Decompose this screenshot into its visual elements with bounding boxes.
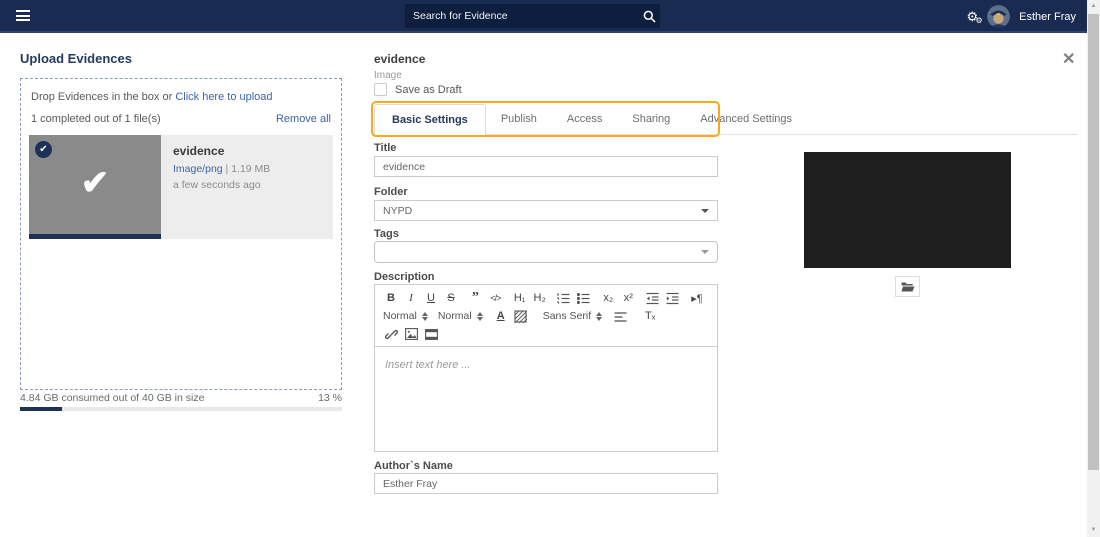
editor-toolbar: B I U S ” </> H₁ H₂ x₂ x² ▸¶ Normal Norm… [375,285,717,347]
settings-tabs: Basic Settings Publish Access Sharing Ad… [374,104,807,135]
file-name: evidence [173,144,225,158]
description-placeholder: Insert text here ... [385,359,471,371]
search-icon[interactable] [638,5,660,27]
page-title: Upload Evidences [20,51,132,66]
image-icon[interactable] [403,327,419,342]
vertical-scrollbar[interactable]: ▲ ▼ [1087,0,1100,537]
video-icon[interactable] [423,327,439,342]
chevron-down-icon [701,250,709,254]
text-color-icon[interactable]: A [493,309,509,324]
upload-evidences-screen: ⚙⚙ Esther Fray Upload Evidences Drop Evi… [0,0,1100,537]
storage-progress-fill [20,407,62,411]
title-input[interactable] [374,156,718,177]
clear-formatting-icon[interactable]: Tₓ [642,309,658,324]
file-thumbnail[interactable]: ✔ ✔ [29,135,161,239]
updown-caret-icon [596,311,603,321]
user-name[interactable]: Esther Fray [1019,11,1076,23]
search-bar [405,4,660,28]
file-size: 1.19 MB [231,163,271,175]
gears-icon[interactable]: ⚙ ⚙ [966,10,982,25]
outdent-icon[interactable] [645,291,661,306]
ordered-list-icon[interactable] [556,291,572,306]
italic-icon[interactable]: I [403,291,419,306]
tab-publish[interactable]: Publish [486,104,552,135]
close-icon[interactable]: ✕ [1062,49,1075,69]
evidence-type: Image [374,70,402,81]
header-1-icon[interactable]: H₁ [512,291,528,306]
text-direction-rtl-icon[interactable]: ▸¶ [689,291,705,306]
bold-icon[interactable]: B [383,291,399,306]
scrollbar-thumb[interactable] [1088,14,1099,470]
file-info: evidence Image/png | 1.19 MB a few secon… [161,135,333,239]
font-select[interactable]: Sans Serif [542,310,603,322]
header-selected-value: Normal [437,310,472,322]
strikethrough-icon[interactable]: S [443,291,459,306]
scroll-up-icon[interactable]: ▲ [1087,0,1100,13]
storage-consumed-text: 4.84 GB consumed out of 40 GB in size [20,392,205,404]
save-as-draft-checkbox[interactable] [374,83,387,96]
click-to-upload-link[interactable]: Click here to upload [175,91,272,103]
description-input[interactable]: Insert text here ... [375,347,717,465]
tab-sharing[interactable]: Sharing [617,104,685,135]
file-meta-separator: | [222,163,232,175]
superscript-icon[interactable]: x² [620,291,636,306]
storage-percent: 13 % [318,392,342,404]
file-upload-time: a few seconds ago [173,179,261,191]
dropzone[interactable]: Drop Evidences in the box or Click here … [20,78,342,390]
tags-label: Tags [374,228,399,240]
upload-status-text: 1 completed out of 1 file(s) [31,113,161,125]
underline-icon[interactable]: U [423,291,439,306]
browse-thumbnail-button[interactable] [895,276,920,297]
selected-check-icon[interactable]: ✔ [35,141,52,158]
align-icon[interactable] [612,309,628,324]
blockquote-icon[interactable]: ” [467,290,483,306]
tab-advanced-settings[interactable]: Advanced Settings [685,104,807,135]
size-select[interactable]: Normal [383,310,428,322]
header-2-icon[interactable]: H₂ [532,291,548,306]
remove-all-link[interactable]: Remove all [276,113,331,125]
save-as-draft-label: Save as Draft [395,83,462,96]
chevron-down-icon [701,208,709,213]
subscript-icon[interactable]: x₂ [600,291,616,306]
top-bar: ⚙⚙ Esther Fray [0,0,1100,33]
dropzone-instruction: Drop Evidences in the box or Click here … [31,91,333,103]
updown-caret-icon [476,311,483,321]
uploaded-file-card[interactable]: ✔ ✔ evidence Image/png | 1.19 MB a few s… [29,135,333,239]
dropzone-text: Drop Evidences in the box or [31,91,176,103]
author-input[interactable] [374,473,718,494]
header-select[interactable]: Normal [438,310,483,322]
evidence-preview-image [804,152,1011,268]
folder-label: Folder [374,186,408,198]
size-selected-value: Normal [383,310,417,322]
author-label: Author`s Name [374,460,453,472]
description-editor: B I U S ” </> H₁ H₂ x₂ x² ▸¶ Normal Norm… [374,284,718,452]
code-block-icon[interactable]: </> [487,291,503,306]
folder-open-icon [901,282,914,292]
indent-icon[interactable] [665,291,681,306]
file-progress-bar [29,234,161,239]
font-selected-value: Sans Serif [542,310,592,322]
avatar[interactable] [987,5,1011,28]
background-color-icon[interactable] [513,309,529,324]
link-icon[interactable] [383,327,399,342]
save-as-draft-row[interactable]: Save as Draft [374,83,462,96]
user-area: ⚙ ⚙ Esther Fray [966,0,1076,33]
upload-complete-check-icon: ✔ [80,163,110,202]
storage-progress-track [20,407,342,411]
folder-selected-value: NYPD [383,204,413,217]
folder-select[interactable]: NYPD [374,200,718,221]
tags-select[interactable] [374,241,718,263]
scroll-down-icon[interactable]: ▼ [1087,524,1100,537]
title-label: Title [374,142,397,154]
search-input[interactable] [405,10,638,22]
tab-access[interactable]: Access [552,104,617,135]
file-type-link[interactable]: Image/png [173,163,223,175]
evidence-title: evidence [374,52,426,66]
bullet-list-icon[interactable] [576,291,592,306]
description-label: Description [374,271,435,283]
tab-basic-settings[interactable]: Basic Settings [374,104,486,135]
menu-icon[interactable] [16,10,30,21]
updown-caret-icon [421,311,428,321]
